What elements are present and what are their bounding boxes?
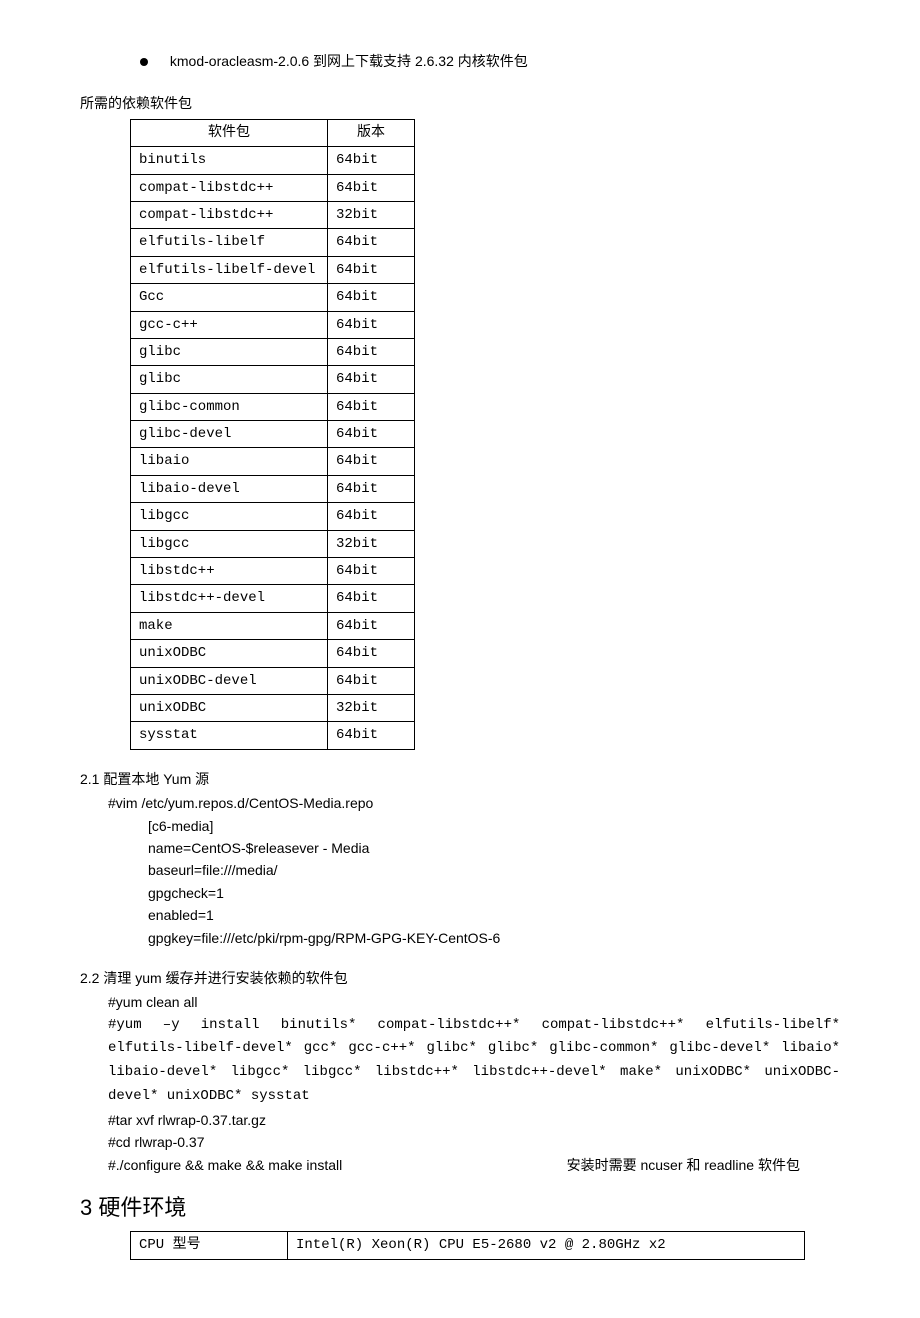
- deps-table: 软件包 版本 binutils64bitcompat-libstdc++64bi…: [130, 119, 415, 750]
- pkg-name: unixODBC-devel: [131, 667, 328, 694]
- table-row: make64bit: [131, 612, 415, 639]
- pkg-version: 64bit: [328, 147, 415, 174]
- pkg-version: 64bit: [328, 338, 415, 365]
- pkg-name: libgcc: [131, 530, 328, 557]
- configure-command: #./configure && make && make install: [108, 1154, 342, 1176]
- table-row: libstdc++64bit: [131, 558, 415, 585]
- pkg-version: 64bit: [328, 448, 415, 475]
- pkg-name: libstdc++-devel: [131, 585, 328, 612]
- hardware-table: CPU 型号Intel(R) Xeon(R) CPU E5-2680 v2 @ …: [130, 1231, 805, 1259]
- pkg-version: 64bit: [328, 421, 415, 448]
- pkg-name: libaio: [131, 448, 328, 475]
- table-row: libaio-devel64bit: [131, 475, 415, 502]
- cd-command: #cd rlwrap-0.37: [108, 1131, 840, 1153]
- table-row: libaio64bit: [131, 448, 415, 475]
- pkg-name: glibc: [131, 366, 328, 393]
- bullet-text: kmod-oracleasm-2.0.6 到网上下载支持 2.6.32 内核软件…: [170, 53, 528, 69]
- table-row: elfutils-libelf-devel64bit: [131, 256, 415, 283]
- table-row: binutils64bit: [131, 147, 415, 174]
- pkg-name: glibc: [131, 338, 328, 365]
- section-3-title: 3 硬件环境: [80, 1190, 840, 1225]
- pkg-version: 64bit: [328, 366, 415, 393]
- th-package: 软件包: [131, 119, 328, 146]
- pkg-name: gcc-c++: [131, 311, 328, 338]
- table-row: unixODBC32bit: [131, 694, 415, 721]
- table-row: sysstat64bit: [131, 722, 415, 749]
- tar-command: #tar xvf rlwrap-0.37.tar.gz: [108, 1109, 840, 1131]
- bullet-icon: [140, 58, 148, 66]
- pkg-version: 64bit: [328, 311, 415, 338]
- th-version: 版本: [328, 119, 415, 146]
- pkg-name: libstdc++: [131, 558, 328, 585]
- pkg-version: 64bit: [328, 667, 415, 694]
- repo-config-line: name=CentOS-$releasever - Media: [148, 837, 840, 859]
- pkg-version: 64bit: [328, 612, 415, 639]
- pkg-name: libgcc: [131, 503, 328, 530]
- table-row: glibc64bit: [131, 338, 415, 365]
- pkg-name: sysstat: [131, 722, 328, 749]
- configure-note: 安装时需要 ncuser 和 readline 软件包: [567, 1154, 840, 1176]
- section-2-2-title: 2.2 清理 yum 缓存并进行安装依赖的软件包: [80, 967, 840, 989]
- section-2-1-title: 2.1 配置本地 Yum 源: [80, 768, 840, 790]
- pkg-name: Gcc: [131, 284, 328, 311]
- table-row: gcc-c++64bit: [131, 311, 415, 338]
- repo-config-line: gpgcheck=1: [148, 882, 840, 904]
- table-row: libgcc32bit: [131, 530, 415, 557]
- pkg-name: compat-libstdc++: [131, 174, 328, 201]
- table-row: CPU 型号Intel(R) Xeon(R) CPU E5-2680 v2 @ …: [131, 1232, 805, 1259]
- bullet-item: kmod-oracleasm-2.0.6 到网上下载支持 2.6.32 内核软件…: [140, 50, 840, 72]
- table-row: Gcc64bit: [131, 284, 415, 311]
- pkg-version: 64bit: [328, 558, 415, 585]
- table-row: unixODBC-devel64bit: [131, 667, 415, 694]
- repo-config-line: [c6-media]: [148, 815, 840, 837]
- table-row: libstdc++-devel64bit: [131, 585, 415, 612]
- hw-value: Intel(R) Xeon(R) CPU E5-2680 v2 @ 2.80GH…: [288, 1232, 805, 1259]
- pkg-version: 64bit: [328, 174, 415, 201]
- pkg-name: elfutils-libelf: [131, 229, 328, 256]
- repo-config-line: enabled=1: [148, 904, 840, 926]
- pkg-name: binutils: [131, 147, 328, 174]
- table-row: glibc64bit: [131, 366, 415, 393]
- pkg-version: 64bit: [328, 284, 415, 311]
- pkg-version: 64bit: [328, 475, 415, 502]
- vim-command: #vim /etc/yum.repos.d/CentOS-Media.repo: [108, 792, 840, 814]
- table-row: unixODBC64bit: [131, 640, 415, 667]
- pkg-version: 32bit: [328, 694, 415, 721]
- pkg-name: glibc-common: [131, 393, 328, 420]
- pkg-version: 64bit: [328, 229, 415, 256]
- deps-intro: 所需的依赖软件包: [80, 92, 840, 114]
- pkg-version: 64bit: [328, 256, 415, 283]
- repo-config-line: gpgkey=file:///etc/pki/rpm-gpg/RPM-GPG-K…: [148, 927, 840, 949]
- pkg-name: make: [131, 612, 328, 639]
- pkg-name: unixODBC: [131, 694, 328, 721]
- pkg-name: unixODBC: [131, 640, 328, 667]
- pkg-version: 32bit: [328, 530, 415, 557]
- table-row: compat-libstdc++32bit: [131, 201, 415, 228]
- pkg-version: 64bit: [328, 722, 415, 749]
- pkg-name: compat-libstdc++: [131, 201, 328, 228]
- table-row: glibc-common64bit: [131, 393, 415, 420]
- pkg-version: 32bit: [328, 201, 415, 228]
- configure-line: #./configure && make && make install 安装时…: [108, 1154, 840, 1176]
- table-row: libgcc64bit: [131, 503, 415, 530]
- yum-clean: #yum clean all: [108, 991, 840, 1013]
- yum-install: #yum –y install binutils* compat-libstdc…: [108, 1014, 840, 1109]
- repo-config-line: baseurl=file:///media/: [148, 859, 840, 881]
- hw-label: CPU 型号: [131, 1232, 288, 1259]
- pkg-name: libaio-devel: [131, 475, 328, 502]
- pkg-name: glibc-devel: [131, 421, 328, 448]
- table-row: elfutils-libelf64bit: [131, 229, 415, 256]
- pkg-version: 64bit: [328, 393, 415, 420]
- table-row: compat-libstdc++64bit: [131, 174, 415, 201]
- pkg-name: elfutils-libelf-devel: [131, 256, 328, 283]
- table-row: glibc-devel64bit: [131, 421, 415, 448]
- pkg-version: 64bit: [328, 585, 415, 612]
- pkg-version: 64bit: [328, 503, 415, 530]
- pkg-version: 64bit: [328, 640, 415, 667]
